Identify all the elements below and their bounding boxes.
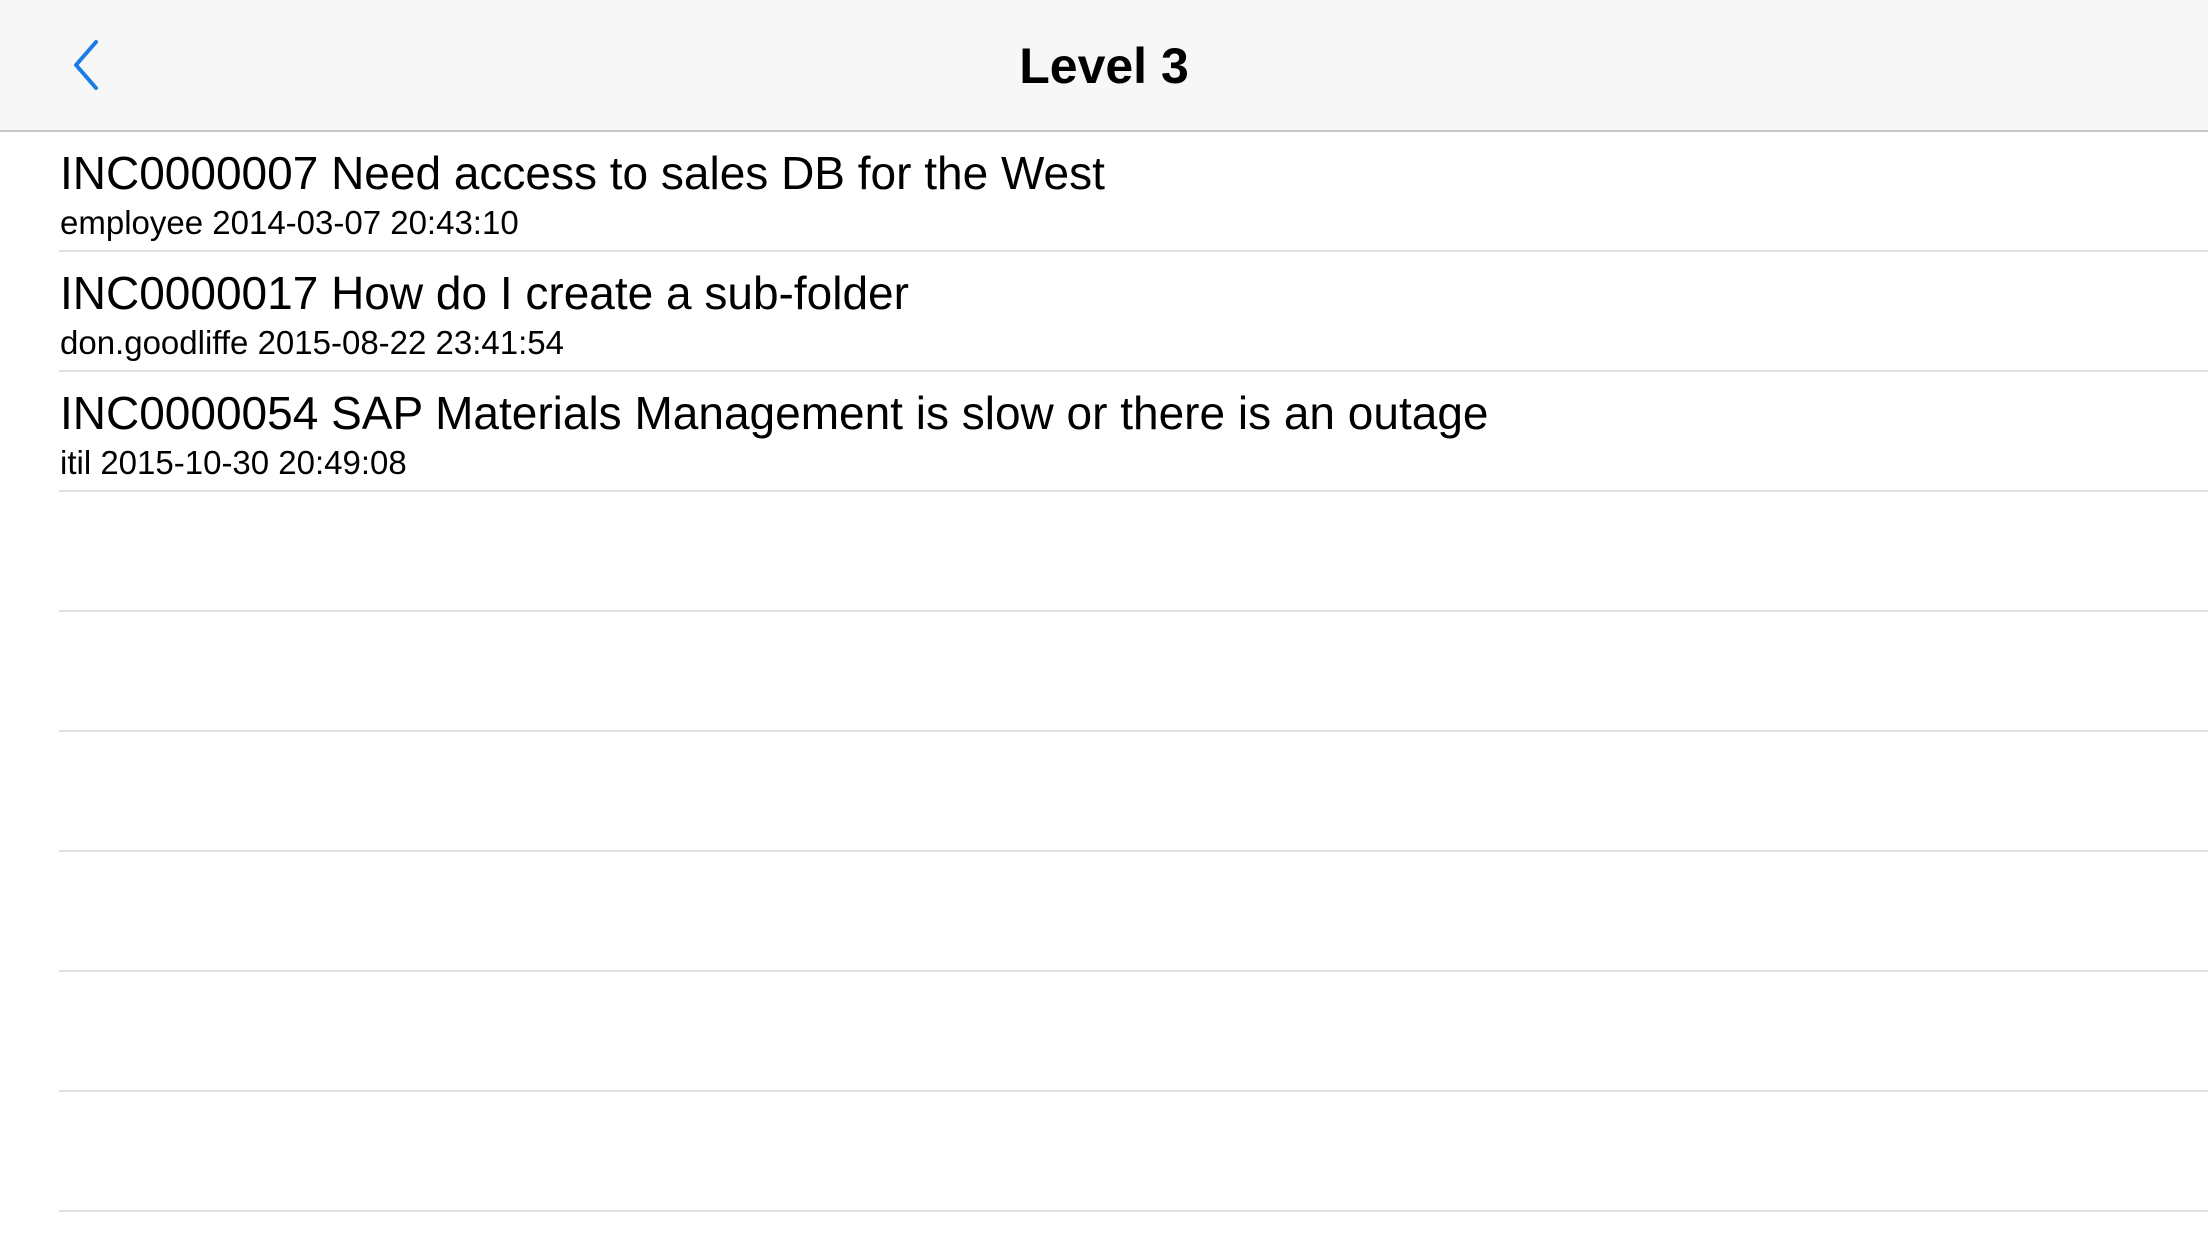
empty-row bbox=[59, 732, 2208, 852]
navigation-bar: Level 3 bbox=[0, 0, 2208, 132]
page-title: Level 3 bbox=[1019, 38, 1189, 94]
incident-title: INC0000007 Need access to sales DB for t… bbox=[60, 147, 1105, 199]
empty-row bbox=[59, 1092, 2208, 1212]
list-item[interactable]: INC0000054 SAP Materials Management is s… bbox=[59, 372, 2208, 492]
chevron-left-icon bbox=[74, 40, 98, 90]
list-item[interactable]: INC0000017 How do I create a sub-folder … bbox=[59, 252, 2208, 372]
incident-subtitle: itil 2015-10-30 20:49:08 bbox=[60, 444, 407, 481]
incident-title: INC0000017 How do I create a sub-folder bbox=[60, 267, 909, 319]
back-button[interactable] bbox=[56, 30, 116, 100]
empty-row bbox=[59, 612, 2208, 732]
incident-title: INC0000054 SAP Materials Management is s… bbox=[60, 387, 1489, 439]
incident-list: INC0000007 Need access to sales DB for t… bbox=[0, 132, 2208, 1212]
list-item[interactable]: INC0000007 Need access to sales DB for t… bbox=[59, 132, 2208, 252]
empty-row bbox=[59, 972, 2208, 1092]
incident-subtitle: employee 2014-03-07 20:43:10 bbox=[60, 204, 519, 241]
incident-subtitle: don.goodliffe 2015-08-22 23:41:54 bbox=[60, 324, 564, 361]
empty-row bbox=[59, 852, 2208, 972]
empty-row bbox=[59, 492, 2208, 612]
